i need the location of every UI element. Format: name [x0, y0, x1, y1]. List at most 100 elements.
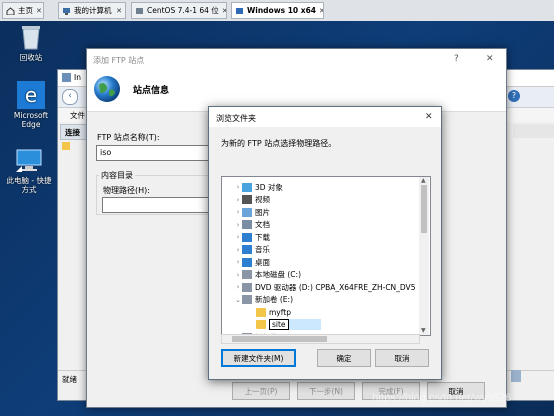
tree-item[interactable]: › 视频	[222, 194, 270, 206]
physical-path-label: 物理路径(H):	[103, 186, 150, 195]
vm-tab-centos[interactable]: CentOS 7.4-1 64 位 ✕	[131, 2, 227, 19]
site-name-input[interactable]: iso	[96, 145, 214, 161]
browse-dialog-title: 浏览文件夹	[216, 114, 256, 123]
tree-item[interactable]: ⌄ 新加卷 (E:)	[222, 294, 293, 306]
chevron-right-icon[interactable]: ›	[234, 283, 242, 291]
browse-folder-dialog: 浏览文件夹 ✕ 为新的 FTP 站点选择物理路径。 › 3D 对象 › 视频 › 图片 › 文…	[208, 106, 442, 380]
desktop-folder-icon	[242, 257, 252, 267]
drive-icon	[242, 295, 252, 304]
chevron-right-icon[interactable]: ›	[234, 208, 242, 216]
downloads-icon	[242, 232, 252, 242]
documents-icon	[242, 220, 252, 229]
tree-item[interactable]: site	[222, 319, 289, 331]
chevron-right-icon[interactable]: ›	[234, 258, 242, 266]
watermark: https://blog.csdn.net/wy9526	[372, 392, 512, 404]
videos-icon	[242, 195, 252, 204]
help-icon[interactable]: ?	[508, 90, 520, 102]
tree-hscrollbar[interactable]	[221, 334, 420, 344]
chevron-right-icon[interactable]: ›	[234, 183, 242, 191]
folder-icon	[256, 307, 266, 317]
hscrollbar-thumb[interactable]	[232, 336, 327, 342]
site-name-label: FTP 站点名称(T):	[97, 133, 160, 142]
desktop-icon-edge[interactable]: e Microsoft Edge	[5, 81, 57, 129]
tree-item-label: 本地磁盘 (C:)	[255, 270, 301, 279]
tree-item-label: 音乐	[255, 245, 270, 254]
tree-item[interactable]: › 下载	[222, 231, 270, 243]
tree-item-label[interactable]: site	[269, 319, 289, 330]
local-disk-icon	[242, 270, 252, 279]
close-button[interactable]: ✕	[486, 54, 494, 64]
tree-item-label: 桌面	[255, 257, 270, 267]
tree-item[interactable]: › 桌面	[222, 256, 270, 268]
desktop-icon-this-pc[interactable]: 此电脑 - 快捷方式	[3, 148, 55, 194]
vm-tab-my-computer[interactable]: 我的计算机 ✕	[58, 2, 126, 19]
desktop-icon-recycle-bin[interactable]: 回收站	[5, 23, 57, 62]
tree-item-label: 新加卷 (E:)	[255, 295, 294, 304]
previous-button[interactable]: 上一页(P)	[232, 382, 290, 400]
connections-toolbar	[60, 140, 88, 154]
close-icon[interactable]: ✕	[222, 7, 226, 15]
chevron-right-icon[interactable]: ›	[234, 196, 242, 204]
chevron-right-icon[interactable]: ›	[234, 233, 242, 241]
vm-tab-bar: 主页 ✕ 我的计算机 ✕ CentOS 7.4-1 64 位 ✕ Windows…	[0, 0, 554, 22]
chevron-down-icon[interactable]: ⌄	[234, 296, 242, 304]
tree-item[interactable]: › 3D 对象	[222, 181, 283, 193]
actions-pane-header	[513, 124, 554, 138]
tree-item-label: myftp	[269, 307, 291, 317]
this-pc-icon	[16, 149, 42, 172]
home-icon	[6, 6, 15, 15]
chevron-right-icon[interactable]: ›	[234, 271, 242, 279]
tree-item[interactable]: › 图片	[222, 206, 270, 218]
scroll-down-arrow-icon[interactable]: ▼	[421, 327, 426, 334]
folder-tree[interactable]: › 3D 对象 › 视频 › 图片 › 文档 › 下载 › 音乐 › 桌面 › 本地磁盘 (C:) › DVD 驱…	[221, 176, 431, 336]
pictures-icon	[242, 207, 252, 217]
ok-button[interactable]: 确定	[317, 349, 371, 367]
tree-item-label: 图片	[255, 207, 270, 217]
tree-item[interactable]: › 文档	[222, 219, 270, 231]
vm-tab-home[interactable]: 主页 ✕	[2, 2, 44, 19]
menu-file[interactable]: 文件	[70, 110, 85, 121]
tree-item[interactable]: › 音乐	[222, 244, 270, 256]
tree-item-label: 视频	[255, 195, 270, 204]
page-title: 站点信息	[133, 86, 170, 96]
tree-item-label: 下载	[255, 232, 270, 242]
physical-path-input[interactable]	[102, 197, 214, 213]
vm-icon	[235, 7, 244, 15]
tree-item[interactable]: › DVD 驱动器 (D:) CPBA_X64FRE_ZH-CN_DV5	[222, 281, 415, 293]
close-icon[interactable]: ✕	[116, 7, 122, 15]
scrollbar-thumb[interactable]	[421, 185, 427, 233]
browse-instruction: 为新的 FTP 站点选择物理路径。	[221, 139, 337, 148]
close-icon[interactable]: ✕	[319, 7, 323, 15]
scroll-up-arrow-icon[interactable]: ▲	[421, 177, 426, 184]
tree-item[interactable]: › 本地磁盘 (C:)	[222, 269, 301, 281]
svg-text:e: e	[25, 83, 37, 107]
tree-item-label: 文档	[255, 220, 270, 229]
browse-dialog-title-bar: 浏览文件夹 ✕	[209, 107, 441, 127]
content-directory-label: 内容目录	[99, 170, 135, 181]
computer-icon	[62, 7, 71, 15]
dvd-drive-icon	[242, 282, 252, 292]
ftp-dialog-title-bar: 添加 FTP 站点 ? ✕	[87, 49, 506, 71]
cancel-button[interactable]: 取消	[375, 349, 429, 367]
edge-icon: e	[17, 81, 45, 109]
folder-icon[interactable]	[62, 142, 70, 150]
3d-objects-icon	[242, 182, 252, 192]
new-folder-button[interactable]: 新建文件夹(M)	[221, 349, 296, 367]
next-button[interactable]: 下一步(N)	[297, 382, 355, 400]
recycle-bin-icon	[22, 26, 40, 50]
chevron-right-icon[interactable]: ›	[234, 221, 242, 229]
iis-app-icon	[62, 73, 71, 82]
tree-item[interactable]: myftp	[222, 306, 291, 318]
tree-item-label: 3D 对象	[255, 182, 283, 192]
close-icon[interactable]: ✕	[36, 7, 42, 15]
close-button[interactable]: ✕	[425, 112, 433, 122]
tree-scrollbar[interactable]: ▲ ▼	[419, 177, 429, 335]
chevron-right-icon[interactable]: ›	[234, 246, 242, 254]
folder-icon	[256, 320, 266, 329]
vm-tab-windows10[interactable]: Windows 10 x64 ✕	[231, 2, 324, 19]
network-icon	[511, 370, 521, 382]
back-arrow-icon[interactable]: ‹	[62, 89, 78, 105]
ftp-dialog-title: 添加 FTP 站点	[93, 56, 145, 65]
help-button[interactable]: ?	[454, 54, 459, 64]
vm-icon	[135, 7, 144, 15]
